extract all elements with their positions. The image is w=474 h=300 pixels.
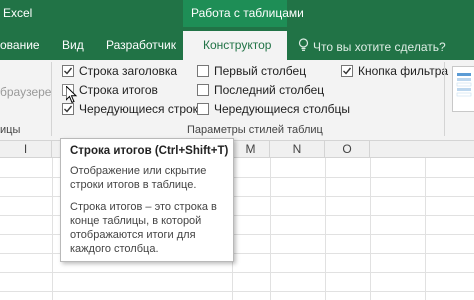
header-row-checkbox[interactable] [62, 65, 74, 77]
column-header-n[interactable]: N [270, 141, 325, 158]
column-header-i[interactable]: I [0, 141, 52, 158]
table-style-preview-icon [456, 73, 472, 97]
banded-columns-checkbox[interactable] [197, 103, 209, 115]
tell-me-label: Что вы хотите сделать? [313, 40, 446, 54]
checkmark-icon [343, 67, 352, 75]
tooltip-text: Строка итогов – это строка в [70, 201, 217, 213]
last-column-checkbox[interactable] [197, 84, 209, 96]
total-row-label: Строка итогов [79, 83, 158, 97]
tab-review[interactable]: ование [0, 38, 40, 52]
header-row-label: Строка заголовка [79, 64, 178, 78]
external-data-group-caption: ицы [0, 124, 21, 136]
tooltip-text: отображаются итоги для [70, 229, 196, 241]
column-letter: O [342, 142, 352, 156]
filter-button-label: Кнопка фильтра [358, 64, 449, 78]
tab-design-label: Конструктор [203, 38, 272, 52]
lightbulb-icon [298, 38, 310, 54]
open-in-browser-button[interactable]: браузере [0, 85, 51, 99]
column-header-o[interactable]: O [325, 141, 370, 158]
tooltip-text: строки итогов в таблице. [70, 179, 197, 191]
tab-view[interactable]: Вид [62, 38, 84, 52]
table-style-options-caption: Параметры стилей таблиц [187, 124, 323, 136]
group-divider [51, 62, 52, 136]
banded-columns-label: Чередующиеся столбцы [214, 102, 350, 116]
mouse-cursor-icon [65, 84, 78, 109]
filter-button-checkbox[interactable] [341, 65, 353, 77]
tell-me-search[interactable]: Что вы хотите сделать? [298, 38, 446, 54]
tooltip-title: Строка итогов (Ctrl+Shift+T) [70, 145, 229, 157]
checkmark-icon [64, 67, 73, 75]
column-header-m[interactable]: M [232, 141, 270, 158]
total-row-tooltip: Строка итогов (Ctrl+Shift+T) Отображение… [60, 138, 234, 262]
first-column-label: Первый столбец [214, 64, 307, 78]
tooltip-text: каждого столбца. [70, 243, 159, 255]
group-divider [444, 62, 445, 136]
column-header-p[interactable] [370, 141, 474, 158]
app-title: Excel [3, 6, 33, 20]
last-column-label: Последний столбец [214, 83, 325, 97]
tooltip-text: Отображение или скрытие [70, 165, 207, 177]
tooltip-text: конце таблицы, в которой [70, 215, 202, 227]
table-style-gallery[interactable] [452, 66, 474, 112]
tab-developer[interactable]: Разработчик [106, 38, 176, 52]
table-tools-label: Работа с таблицами [191, 6, 304, 20]
column-letter: I [23, 142, 28, 156]
banded-rows-label: Чередующиеся строки [79, 102, 205, 116]
first-column-checkbox[interactable] [197, 65, 209, 77]
column-letter: M [245, 142, 256, 156]
tab-design[interactable]: Конструктор [183, 31, 287, 60]
column-letter: N [292, 142, 302, 156]
